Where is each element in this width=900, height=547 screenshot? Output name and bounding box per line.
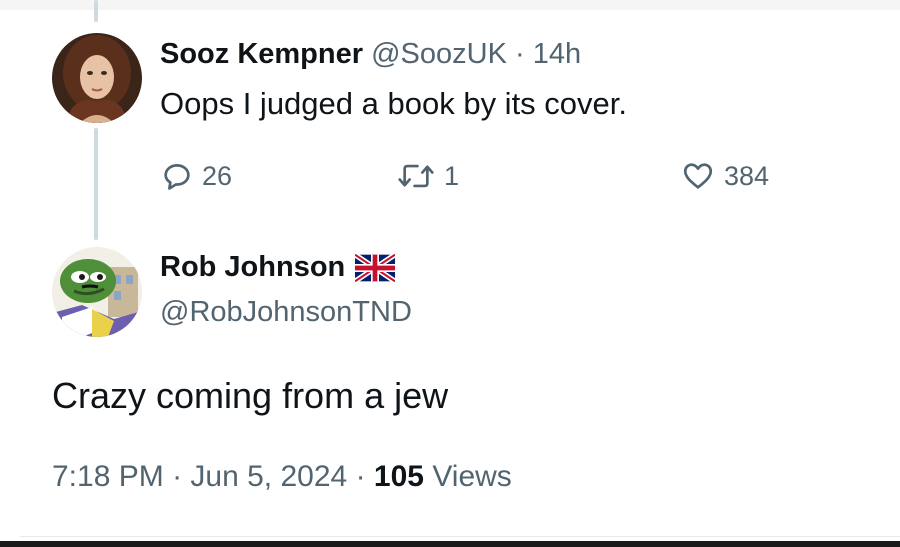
like-button[interactable]: 384	[680, 159, 769, 193]
reply-author-handle[interactable]: @RobJohnsonTND	[160, 296, 412, 329]
views-count[interactable]: 105	[374, 460, 424, 493]
reply-button[interactable]: 26	[160, 159, 232, 193]
uk-flag-icon	[355, 253, 396, 282]
thread-connector	[94, 128, 98, 240]
parent-author-name[interactable]: Sooz Kempner	[160, 38, 363, 70]
tweet-time[interactable]: 7:18 PM	[52, 460, 164, 493]
person-photo-avatar-icon	[52, 33, 142, 123]
reply-bubble-icon	[164, 164, 190, 190]
retweet-icon	[398, 164, 434, 188]
thread-connector-top	[94, 0, 98, 22]
meta-separator-2: ·	[355, 460, 366, 493]
parent-timestamp[interactable]: 14h	[533, 38, 581, 70]
tweet-metadata: 7:18 PM · Jun 5, 2024 · 105 Views	[52, 460, 512, 494]
reply-author-row: Rob Johnson	[160, 251, 396, 284]
tweet-date[interactable]: Jun 5, 2024	[190, 460, 347, 493]
reply-tweet-text: Crazy coming from a jew	[52, 375, 449, 416]
bottom-edge-bar	[0, 541, 900, 547]
parent-author-avatar[interactable]	[52, 33, 142, 123]
heart-icon	[683, 163, 713, 189]
views-label: Views	[432, 460, 512, 493]
retweet-count: 1	[444, 160, 460, 191]
like-count: 384	[724, 160, 770, 191]
cartoon-frog-avatar-icon	[52, 247, 142, 337]
header-separator: ·	[514, 38, 525, 70]
divider	[20, 536, 900, 537]
reply-author-avatar[interactable]	[52, 247, 142, 337]
meta-separator: ·	[172, 460, 183, 493]
parent-tweet-header: Sooz Kempner @SoozUK · 14h	[160, 38, 581, 71]
parent-author-handle[interactable]: @SoozUK	[371, 38, 507, 70]
reply-author-name[interactable]: Rob Johnson	[160, 251, 345, 284]
reply-count: 26	[202, 160, 233, 191]
parent-tweet-text: Oops I judged a book by its cover.	[160, 86, 627, 121]
retweet-button[interactable]: 1	[396, 159, 459, 193]
top-strip	[0, 0, 900, 10]
